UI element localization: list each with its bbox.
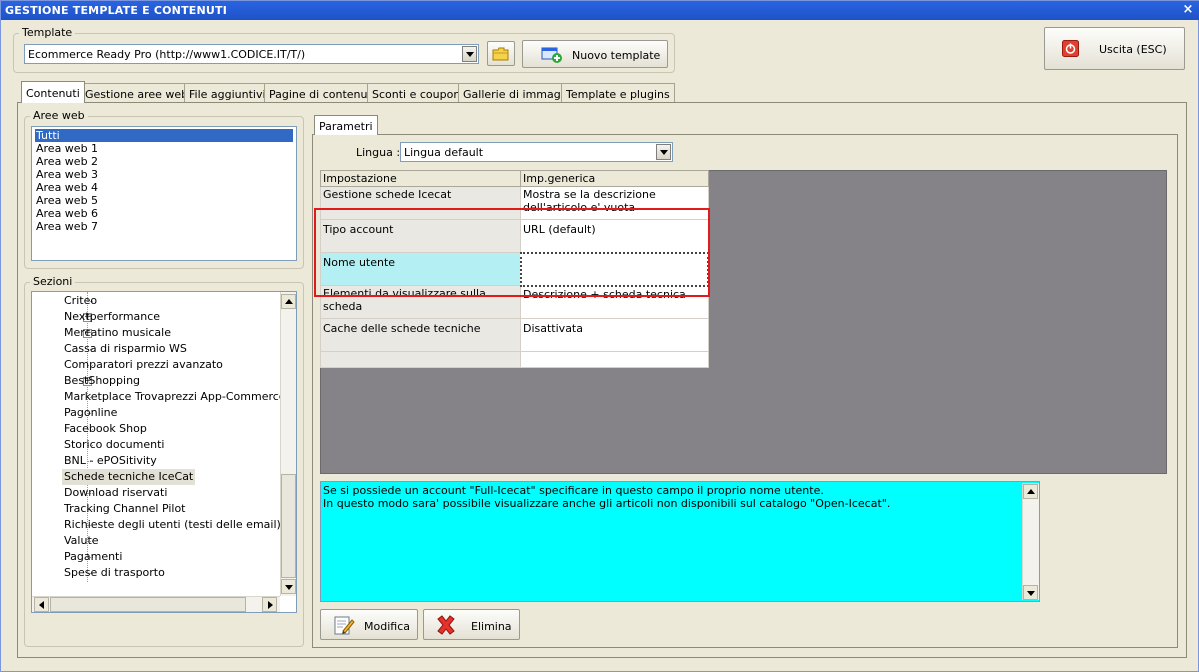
tab-file-aggiuntivi[interactable]: File aggiuntivi bbox=[184, 83, 271, 102]
new-template-label: Nuovo template bbox=[572, 49, 661, 62]
tree-item[interactable]: Valute bbox=[64, 533, 99, 549]
exit-label: Uscita (ESC) bbox=[1099, 43, 1167, 56]
title-bar: GESTIONE TEMPLATE E CONTENUTI bbox=[1, 1, 1199, 20]
scroll-left-icon[interactable] bbox=[34, 597, 49, 612]
highlight-frame bbox=[314, 208, 710, 297]
table-row[interactable]: Cache delle schede tecniche Disattivata bbox=[320, 318, 709, 352]
tree-item[interactable]: Tracking Channel Pilot bbox=[64, 501, 186, 517]
template-select-value: Ecommerce Ready Pro (http://www1.CODICE.… bbox=[28, 48, 306, 61]
list-item[interactable]: Area web 5 bbox=[35, 194, 98, 207]
close-icon[interactable]: × bbox=[1179, 2, 1197, 18]
scroll-down-icon[interactable] bbox=[281, 579, 296, 594]
tree-item[interactable]: Facebook Shop bbox=[64, 421, 147, 437]
tree-item[interactable]: Mercatino musicale bbox=[64, 325, 171, 341]
tab-sconti-e-coupon[interactable]: Sconti e coupon bbox=[367, 83, 466, 102]
tree-item-selected[interactable]: Schede tecniche IceCat bbox=[62, 469, 196, 485]
column-header: Impostazione bbox=[320, 170, 521, 187]
tree-item[interactable]: BNL - ePOSitivity bbox=[64, 453, 157, 469]
tab-label: Template e plugins bbox=[566, 88, 670, 101]
description-box[interactable]: Se si possiede un account "Full-Icecat" … bbox=[320, 481, 1040, 602]
open-folder-button[interactable] bbox=[487, 41, 515, 66]
list-item[interactable]: Tutti bbox=[35, 129, 293, 142]
chevron-down-icon[interactable] bbox=[462, 46, 477, 62]
tab-label: Gallerie di immagini bbox=[463, 88, 574, 101]
window-title: GESTIONE TEMPLATE E CONTENUTI bbox=[5, 4, 228, 17]
tab-label: Contenuti bbox=[26, 87, 80, 100]
lingua-label: Lingua : bbox=[356, 146, 401, 159]
tree-hscroll-thumb[interactable] bbox=[50, 597, 246, 612]
column-header: Imp.generica bbox=[520, 170, 709, 187]
tab-label: Gestione aree web bbox=[85, 88, 189, 101]
lingua-select-value: Lingua default bbox=[404, 146, 484, 159]
scroll-down-icon[interactable] bbox=[1023, 585, 1038, 600]
elimina-label: Elimina bbox=[471, 620, 512, 633]
tree-item[interactable]: Richieste degli utenti (testi delle emai… bbox=[64, 517, 281, 533]
scroll-up-icon[interactable] bbox=[1023, 484, 1038, 499]
new-template-button[interactable]: Nuovo template bbox=[522, 40, 668, 68]
tree-item[interactable]: Comparatori prezzi avanzato bbox=[64, 357, 223, 373]
setting-key: Cache delle schede tecniche bbox=[320, 318, 521, 352]
edit-icon bbox=[334, 616, 355, 635]
tree-item[interactable]: Download riservati bbox=[64, 485, 167, 501]
exit-button[interactable]: Uscita (ESC) bbox=[1044, 27, 1185, 70]
setting-value-empty[interactable] bbox=[520, 351, 709, 368]
chevron-down-icon[interactable] bbox=[656, 144, 671, 160]
tab-contenuti[interactable]: Contenuti bbox=[21, 81, 85, 103]
tab-label: Parametri bbox=[319, 120, 373, 133]
tree-item[interactable]: BestShopping bbox=[64, 373, 140, 389]
aree-web-list[interactable]: Tutti Area web 1 Area web 2 Area web 3 A… bbox=[31, 126, 297, 261]
aree-web-legend: Aree web bbox=[30, 109, 88, 122]
tree-item[interactable]: Cassa di risparmio WS bbox=[64, 341, 187, 357]
tab-gestione-aree-web[interactable]: Gestione aree web bbox=[80, 83, 194, 102]
scroll-right-icon[interactable] bbox=[262, 597, 277, 612]
list-item[interactable]: Area web 6 bbox=[35, 207, 98, 220]
setting-key-empty bbox=[320, 351, 521, 368]
elimina-button[interactable]: Elimina bbox=[423, 609, 520, 640]
tree-item[interactable]: Storico documenti bbox=[64, 437, 164, 453]
sezioni-legend: Sezioni bbox=[30, 275, 76, 288]
tab-label: Pagine di contenuti bbox=[269, 88, 375, 101]
tree-item[interactable]: Pagonline bbox=[64, 405, 117, 421]
setting-value[interactable]: Disattivata bbox=[520, 318, 709, 352]
tree-vscroll-thumb[interactable] bbox=[281, 474, 296, 578]
main-window: GESTIONE TEMPLATE E CONTENUTI × Template… bbox=[0, 0, 1199, 672]
tree-item[interactable]: Spese di trasporto bbox=[64, 565, 165, 581]
tab-label: Sconti e coupon bbox=[372, 88, 461, 101]
tab-parametri[interactable]: Parametri bbox=[314, 115, 378, 135]
power-icon bbox=[1062, 40, 1079, 57]
tree-item[interactable]: Pagamenti bbox=[64, 549, 122, 565]
modifica-button[interactable]: Modifica bbox=[320, 609, 418, 640]
template-select[interactable]: Ecommerce Ready Pro (http://www1.CODICE.… bbox=[24, 44, 479, 64]
description-scrollbar[interactable] bbox=[1022, 483, 1039, 600]
tab-pagine-di-contenuti[interactable]: Pagine di contenuti bbox=[264, 83, 380, 102]
tab-template-e-plugins[interactable]: Template e plugins bbox=[561, 83, 675, 102]
list-item[interactable]: Area web 4 bbox=[35, 181, 98, 194]
tree-item[interactable]: Marketplace Trovaprezzi App-Commerce e K… bbox=[64, 389, 296, 405]
add-window-icon bbox=[541, 47, 562, 63]
list-item[interactable]: Area web 3 bbox=[35, 168, 98, 181]
tree-item[interactable]: Criteo bbox=[64, 293, 97, 309]
delete-icon bbox=[437, 615, 455, 635]
list-item[interactable]: Area web 2 bbox=[35, 155, 98, 168]
tab-label: File aggiuntivi bbox=[189, 88, 266, 101]
scroll-up-icon[interactable] bbox=[281, 294, 296, 309]
tree-item[interactable]: Nextperformance bbox=[64, 309, 160, 325]
table-row[interactable] bbox=[320, 351, 709, 368]
modifica-label: Modifica bbox=[364, 620, 410, 633]
sezioni-tree[interactable]: + + + + Criteo Nextperformance Mercatino… bbox=[31, 291, 297, 613]
list-item[interactable]: Area web 1 bbox=[35, 142, 98, 155]
folder-icon bbox=[492, 47, 509, 61]
description-text: Se si possiede un account "Full-Icecat" … bbox=[323, 484, 891, 510]
lingua-select[interactable]: Lingua default bbox=[400, 142, 673, 162]
template-legend: Template bbox=[19, 26, 76, 39]
list-item[interactable]: Area web 7 bbox=[35, 220, 98, 233]
